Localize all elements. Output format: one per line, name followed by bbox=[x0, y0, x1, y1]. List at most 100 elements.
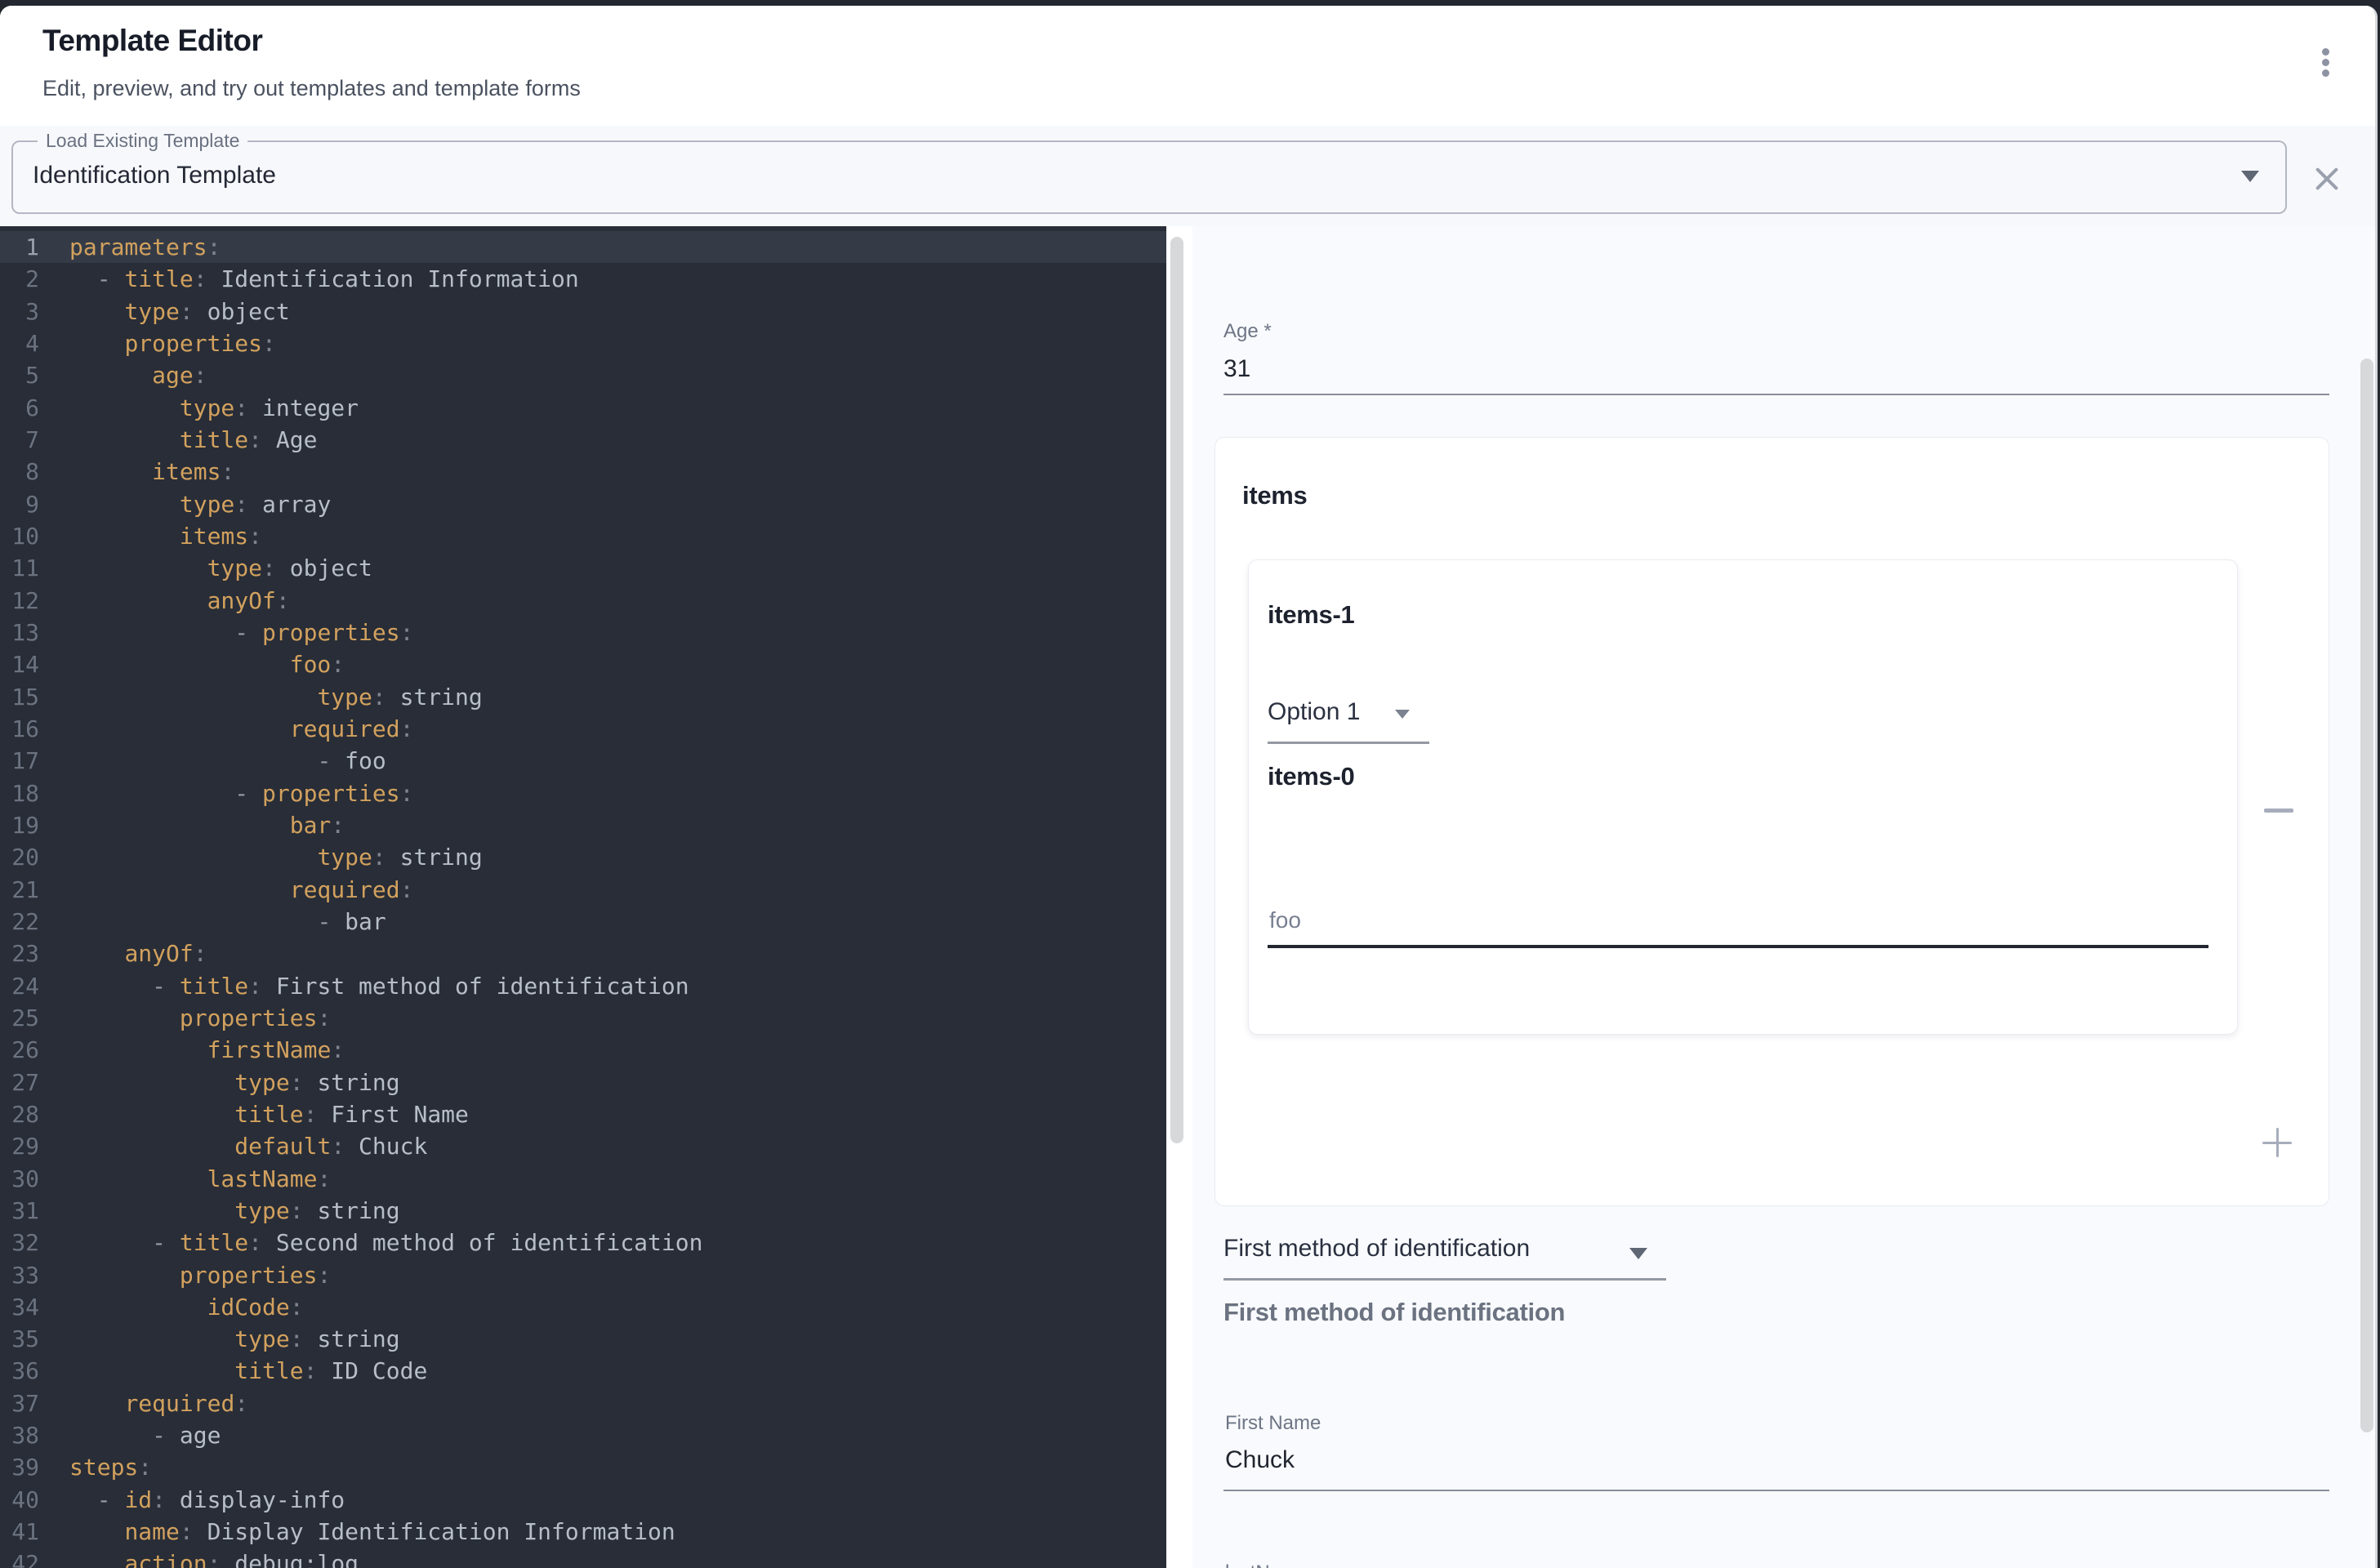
code-line[interactable]: 30 lastName: bbox=[0, 1163, 1166, 1195]
code-line[interactable]: 36 title: ID Code bbox=[0, 1355, 1166, 1387]
add-item-button[interactable] bbox=[2254, 1120, 2300, 1165]
line-number: 31 bbox=[0, 1195, 39, 1227]
code-line[interactable]: 25 properties: bbox=[0, 1002, 1166, 1034]
line-number: 11 bbox=[0, 552, 39, 584]
chevron-down-icon[interactable] bbox=[1629, 1248, 1647, 1259]
template-loader-bar: Load Existing Template Identification Te… bbox=[0, 126, 2375, 226]
code-line[interactable]: 15 type: string bbox=[0, 681, 1166, 713]
anyof-select-underline bbox=[1223, 1278, 1666, 1281]
line-number: 6 bbox=[0, 392, 39, 424]
code-line[interactable]: 35 type: string bbox=[0, 1323, 1166, 1355]
first-name-label: First Name bbox=[1225, 1412, 1321, 1435]
code-line[interactable]: 9 type: array bbox=[0, 488, 1166, 520]
code-line[interactable]: 18 - properties: bbox=[0, 777, 1166, 809]
code-line[interactable]: 22 - bar bbox=[0, 906, 1166, 938]
code-line[interactable]: 20 type: string bbox=[0, 841, 1166, 873]
code-line[interactable]: 39steps: bbox=[0, 1451, 1166, 1483]
code-line[interactable]: 40 - id: display-info bbox=[0, 1484, 1166, 1516]
code-line[interactable]: 7 title: Age bbox=[0, 424, 1166, 456]
load-template-select[interactable] bbox=[11, 140, 2287, 214]
kebab-menu-icon[interactable] bbox=[2306, 38, 2342, 96]
clear-template-button[interactable] bbox=[2308, 160, 2346, 198]
items-1-title: items-1 bbox=[1268, 600, 1354, 630]
items-0-title: items-0 bbox=[1268, 762, 1354, 791]
form-preview-panel: Age * items items-1 Option 1 items-0 Fir… bbox=[1192, 226, 2378, 1568]
line-number: 12 bbox=[0, 585, 39, 617]
code-line[interactable]: 14 foo: bbox=[0, 648, 1166, 680]
line-number: 41 bbox=[0, 1516, 39, 1548]
code-line[interactable]: 11 type: object bbox=[0, 552, 1166, 584]
code-line[interactable]: 17 - foo bbox=[0, 745, 1166, 777]
code-line[interactable]: 8 items: bbox=[0, 456, 1166, 488]
line-number: 40 bbox=[0, 1484, 39, 1516]
code-line[interactable]: 31 type: string bbox=[0, 1195, 1166, 1227]
anyof-method-select[interactable]: First method of identification bbox=[1223, 1235, 1530, 1263]
code-line[interactable]: 10 items: bbox=[0, 520, 1166, 552]
line-number: 4 bbox=[0, 327, 39, 359]
first-name-underline bbox=[1223, 1490, 2329, 1491]
code-line[interactable]: 26 firstName: bbox=[0, 1034, 1166, 1066]
foo-input[interactable] bbox=[1269, 907, 2168, 933]
line-number: 26 bbox=[0, 1034, 39, 1066]
code-line[interactable]: 34 idCode: bbox=[0, 1291, 1166, 1323]
code-line[interactable]: 4 properties: bbox=[0, 327, 1166, 359]
page-header: Template Editor Edit, preview, and try o… bbox=[0, 6, 2375, 127]
code-line[interactable]: 27 type: string bbox=[0, 1067, 1166, 1098]
code-line[interactable]: 33 properties: bbox=[0, 1259, 1166, 1291]
editor-scrollbar[interactable] bbox=[1170, 237, 1183, 1143]
line-number: 18 bbox=[0, 777, 39, 809]
age-input[interactable] bbox=[1223, 355, 2285, 383]
items-1-card bbox=[1248, 559, 2238, 1035]
anyof-section-heading: First method of identification bbox=[1223, 1298, 1565, 1327]
line-number: 21 bbox=[0, 874, 39, 906]
remove-item-button[interactable] bbox=[2256, 787, 2302, 833]
chevron-down-icon[interactable] bbox=[1395, 710, 1410, 719]
line-number: 42 bbox=[0, 1548, 39, 1568]
line-number: 29 bbox=[0, 1130, 39, 1162]
items-card-title: items bbox=[1242, 481, 1307, 510]
line-number: 32 bbox=[0, 1227, 39, 1258]
line-number: 28 bbox=[0, 1098, 39, 1130]
line-number: 10 bbox=[0, 520, 39, 552]
code-line[interactable]: 13 - properties: bbox=[0, 617, 1166, 648]
code-line[interactable]: 42 action: debug:log bbox=[0, 1548, 1166, 1568]
page-scrollbar[interactable] bbox=[2360, 359, 2373, 1432]
code-line[interactable]: 32 - title: Second method of identificat… bbox=[0, 1227, 1166, 1258]
line-number: 5 bbox=[0, 359, 39, 391]
line-number: 23 bbox=[0, 938, 39, 969]
line-number: 9 bbox=[0, 488, 39, 520]
anyof-method-value: First method of identification bbox=[1223, 1235, 1530, 1262]
first-name-input[interactable] bbox=[1225, 1446, 2238, 1474]
chevron-down-icon[interactable] bbox=[2241, 171, 2259, 182]
page-subtitle: Edit, preview, and try out templates and… bbox=[42, 76, 581, 101]
foo-input-underline bbox=[1268, 945, 2208, 948]
code-line[interactable]: 28 title: First Name bbox=[0, 1098, 1166, 1130]
code-line[interactable]: 6 type: integer bbox=[0, 392, 1166, 424]
code-line[interactable]: 29 default: Chuck bbox=[0, 1130, 1166, 1162]
code-line[interactable]: 19 bar: bbox=[0, 809, 1166, 841]
page-title: Template Editor bbox=[42, 24, 262, 58]
code-line[interactable]: 41 name: Display Identification Informat… bbox=[0, 1516, 1166, 1548]
code-line[interactable]: 1parameters: bbox=[0, 231, 1166, 263]
code-line[interactable]: 12 anyOf: bbox=[0, 585, 1166, 617]
code-lines: 1parameters:2 - title: Identification In… bbox=[0, 231, 1166, 1568]
line-number: 33 bbox=[0, 1259, 39, 1291]
code-line[interactable]: 37 required: bbox=[0, 1388, 1166, 1419]
items-option-select[interactable]: Option 1 bbox=[1268, 698, 1360, 726]
age-underline bbox=[1223, 394, 2329, 395]
line-number: 3 bbox=[0, 296, 39, 327]
minus-icon bbox=[2264, 808, 2293, 813]
code-line[interactable]: 24 - title: First method of identificati… bbox=[0, 970, 1166, 1002]
code-line[interactable]: 21 required: bbox=[0, 874, 1166, 906]
line-number: 35 bbox=[0, 1323, 39, 1355]
yaml-code-editor[interactable]: 1parameters:2 - title: Identification In… bbox=[0, 226, 1166, 1568]
line-number: 13 bbox=[0, 617, 39, 648]
code-line[interactable]: 16 required: bbox=[0, 713, 1166, 745]
code-line[interactable]: 3 type: object bbox=[0, 296, 1166, 327]
line-number: 30 bbox=[0, 1163, 39, 1195]
code-line[interactable]: 5 age: bbox=[0, 359, 1166, 391]
code-line[interactable]: 23 anyOf: bbox=[0, 938, 1166, 969]
line-number: 7 bbox=[0, 424, 39, 456]
code-line[interactable]: 38 - age bbox=[0, 1419, 1166, 1451]
code-line[interactable]: 2 - title: Identification Information bbox=[0, 263, 1166, 295]
